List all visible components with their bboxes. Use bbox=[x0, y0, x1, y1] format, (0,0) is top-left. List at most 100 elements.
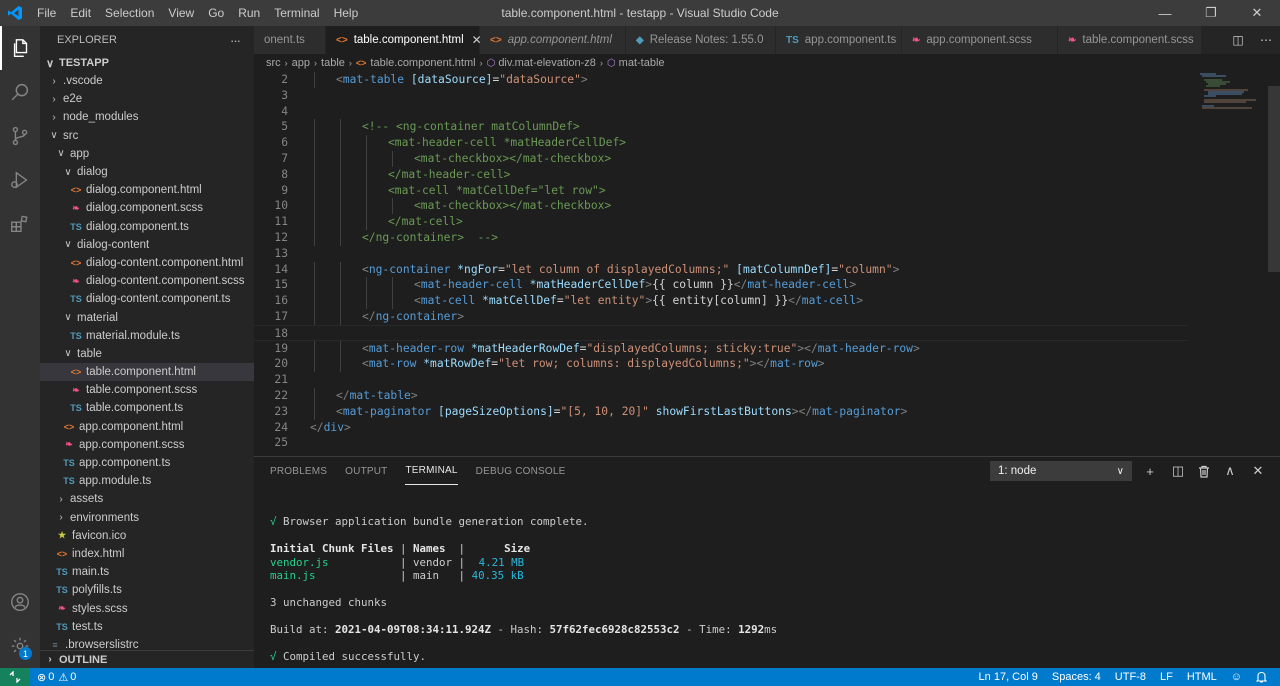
code-editor[interactable]: 2 <mat-table [dataSource]="dataSource"> 3 4… bbox=[254, 72, 1280, 456]
file-item[interactable]: TS table.component.ts bbox=[40, 399, 254, 417]
panel-tab-problems[interactable]: PROBLEMS bbox=[270, 457, 327, 485]
breadcrumb-item[interactable]: table.component.html bbox=[370, 57, 475, 69]
menu-file[interactable]: File bbox=[30, 0, 63, 26]
encoding[interactable]: UTF-8 bbox=[1108, 671, 1153, 683]
file-item[interactable]: <> table.component.html bbox=[40, 363, 254, 382]
folder-item[interactable]: › e2e bbox=[40, 90, 254, 108]
file-item[interactable]: ★ favicon.ico bbox=[40, 527, 254, 545]
close-window-button[interactable]: ✕ bbox=[1234, 0, 1280, 26]
breadcrumb-item[interactable]: src bbox=[266, 57, 281, 69]
menu-go[interactable]: Go bbox=[201, 0, 231, 26]
source-control-icon[interactable] bbox=[0, 114, 40, 158]
file-item[interactable]: ❧ dialog.component.scss bbox=[40, 199, 254, 217]
minimap[interactable] bbox=[1196, 72, 1266, 112]
restore-button[interactable]: ❐ bbox=[1188, 0, 1234, 26]
file-item[interactable]: TS app.component.ts bbox=[40, 454, 254, 472]
language-mode[interactable]: HTML bbox=[1180, 671, 1224, 683]
editor-tab[interactable]: ❧ table.component.scss bbox=[1058, 26, 1202, 54]
close-panel-icon[interactable]: ✕ bbox=[1248, 461, 1268, 481]
run-debug-icon[interactable] bbox=[0, 158, 40, 202]
indent-guide bbox=[314, 403, 315, 420]
editor-tab[interactable]: ◆ Release Notes: 1.55.0 bbox=[626, 26, 776, 54]
breadcrumb-item[interactable]: table bbox=[321, 57, 345, 69]
file-item[interactable]: ❧ styles.scss bbox=[40, 599, 254, 617]
file-item[interactable]: <> index.html bbox=[40, 545, 254, 563]
file-item[interactable]: ❧ dialog-content.component.scss bbox=[40, 272, 254, 290]
workspace-section-header[interactable]: ∨ TESTAPP bbox=[40, 54, 254, 72]
settings-gear-icon[interactable]: 1 bbox=[0, 624, 40, 668]
tree-item-label: dialog-content bbox=[77, 238, 150, 251]
folder-item[interactable]: › node_modules bbox=[40, 108, 254, 126]
file-item[interactable]: TS main.ts bbox=[40, 563, 254, 581]
editor-scrollbar[interactable] bbox=[1268, 86, 1280, 272]
menu-help[interactable]: Help bbox=[327, 0, 366, 26]
remote-indicator-icon[interactable] bbox=[0, 668, 30, 686]
folder-item[interactable]: ∨ material bbox=[40, 308, 254, 326]
editor-tab[interactable]: TS app.component.ts bbox=[776, 26, 902, 54]
file-item[interactable]: <> app.component.html bbox=[40, 418, 254, 436]
file-item[interactable]: TS dialog-content.component.ts bbox=[40, 290, 254, 308]
split-terminal-icon[interactable]: ◫ bbox=[1168, 461, 1188, 481]
folder-item[interactable]: › environments bbox=[40, 509, 254, 527]
breadcrumb-item[interactable]: div.mat-elevation-z8 bbox=[498, 57, 596, 69]
new-terminal-icon[interactable]: + bbox=[1140, 461, 1160, 481]
file-item[interactable]: TS polyfills.ts bbox=[40, 581, 254, 599]
indent-guide bbox=[314, 277, 315, 294]
maximize-panel-icon[interactable]: ∧ bbox=[1220, 461, 1240, 481]
file-item[interactable]: TS test.ts bbox=[40, 618, 254, 636]
folder-item[interactable]: › .vscode bbox=[40, 72, 254, 90]
code-token: [matColumnDef] bbox=[736, 262, 832, 276]
folder-item[interactable]: ∨ table bbox=[40, 345, 254, 363]
file-item[interactable]: <> dialog-content.component.html bbox=[40, 254, 254, 272]
end-of-line[interactable]: LF bbox=[1153, 671, 1180, 683]
editor-tab[interactable]: ❧ app.component.scss bbox=[902, 26, 1058, 54]
file-item[interactable]: ❧ table.component.scss bbox=[40, 381, 254, 399]
cursor-position[interactable]: Ln 17, Col 9 bbox=[972, 671, 1045, 683]
notifications-bell-icon[interactable] bbox=[1249, 671, 1274, 683]
folder-item[interactable]: ∨ dialog bbox=[40, 163, 254, 181]
menu-terminal[interactable]: Terminal bbox=[267, 0, 326, 26]
terminal-output[interactable]: √ Browser application bundle generation … bbox=[270, 515, 777, 664]
panel-tab-output[interactable]: OUTPUT bbox=[345, 457, 387, 485]
file-item[interactable]: TS dialog.component.ts bbox=[40, 218, 254, 236]
folder-item[interactable]: ∨ src bbox=[40, 127, 254, 145]
code-text: </mat-cell> bbox=[388, 214, 463, 230]
indentation[interactable]: Spaces: 4 bbox=[1045, 671, 1108, 683]
code-token: < bbox=[362, 357, 369, 371]
menu-edit[interactable]: Edit bbox=[63, 0, 98, 26]
file-item[interactable]: <> dialog.component.html bbox=[40, 181, 254, 199]
breadcrumb-item[interactable]: app bbox=[292, 57, 310, 69]
folder-item[interactable]: ∨ app bbox=[40, 145, 254, 163]
trash-icon[interactable] bbox=[1194, 461, 1214, 481]
tree-item-label: table.component.html bbox=[86, 366, 196, 379]
more-actions-icon[interactable]: ⋯ bbox=[1252, 33, 1280, 47]
menu-selection[interactable]: Selection bbox=[98, 0, 161, 26]
terminal-selector[interactable]: 1: node ∨ bbox=[990, 461, 1132, 481]
account-icon[interactable] bbox=[0, 580, 40, 624]
file-item[interactable]: TS app.module.ts bbox=[40, 472, 254, 490]
files-icon[interactable] bbox=[0, 26, 40, 70]
menu-run[interactable]: Run bbox=[231, 0, 267, 26]
editor-tab[interactable]: <> table.component.html ✕ bbox=[326, 26, 482, 54]
file-item[interactable]: ❧ app.component.scss bbox=[40, 436, 254, 454]
problems-status[interactable]: ⊗ 0 ⚠ 0 bbox=[30, 671, 83, 684]
panel-tab-debug-console[interactable]: DEBUG CONSOLE bbox=[476, 457, 566, 485]
chunk-size: 4.21 MB bbox=[478, 555, 525, 569]
extensions-icon[interactable] bbox=[0, 202, 40, 246]
more-actions-icon[interactable]: ··· bbox=[230, 33, 241, 48]
code-token: showFirstLastButtons bbox=[655, 404, 792, 418]
split-editor-icon[interactable]: ◫ bbox=[1224, 33, 1252, 47]
outline-section-header[interactable]: › OUTLINE bbox=[40, 650, 254, 668]
search-icon[interactable] bbox=[0, 70, 40, 114]
editor-tab[interactable]: <> app.component.html bbox=[480, 26, 626, 54]
editor-tab[interactable]: onent.ts bbox=[254, 26, 326, 54]
folder-item[interactable]: ∨ dialog-content bbox=[40, 236, 254, 254]
panel-tab-terminal[interactable]: TERMINAL bbox=[405, 457, 458, 485]
minimize-button[interactable]: — bbox=[1142, 0, 1188, 26]
menu-view[interactable]: View bbox=[161, 0, 201, 26]
folder-item[interactable]: › assets bbox=[40, 490, 254, 508]
file-item[interactable]: TS material.module.ts bbox=[40, 327, 254, 345]
breadcrumb-item[interactable]: mat-table bbox=[619, 57, 665, 69]
feedback-icon[interactable]: ☺ bbox=[1224, 671, 1249, 683]
